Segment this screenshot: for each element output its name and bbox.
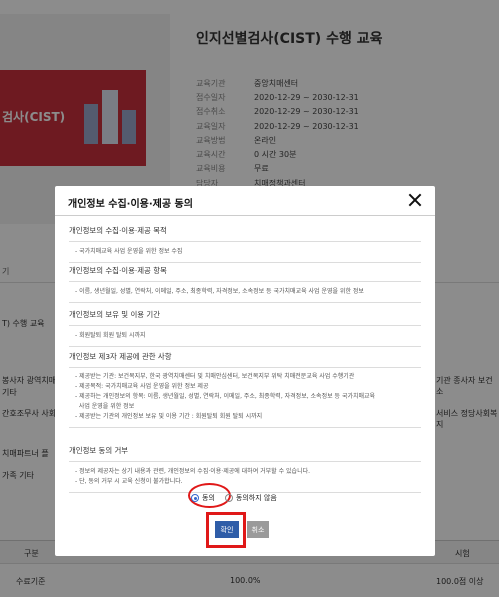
section-title: 개인정보 동의 거부 bbox=[69, 446, 129, 455]
section-line: - 제공받는 기관: 보건복지부, 한국 광역치매센터 및 치매안심센터, 보건… bbox=[75, 373, 355, 380]
section-line: - 국가치매교육 사업 운영을 위한 정보 수집 bbox=[75, 248, 183, 255]
close-icon[interactable] bbox=[407, 192, 423, 208]
cancel-button[interactable]: 취소 bbox=[247, 521, 269, 538]
section-line: - 단, 동의 거부 시 교육 신청이 불가합니다. bbox=[75, 478, 183, 485]
section-line: 사업 운영을 위한 정보 bbox=[75, 403, 135, 410]
disagree-label: 동의하지 않음 bbox=[235, 494, 277, 502]
consent-section: 개인정보 제3자 제공에 관한 사항 - 제공받는 기관: 보건복지부, 한국 … bbox=[69, 352, 421, 442]
modal-title: 개인정보 수집·이용·제공 동의 bbox=[68, 199, 193, 210]
modal-body: 개인정보의 수집·이용·제공 목적 - 국가치매교육 사업 운영을 위한 정보 … bbox=[69, 226, 421, 496]
section-content: - 회원탈퇴 회원 탈퇴 시까지 bbox=[69, 325, 421, 347]
section-line: - 제공받는 기관의 개인정보 보유 및 이용 기간 : 회원탈퇴 회원 탈퇴 … bbox=[75, 413, 263, 420]
section-line: - 제공하는 개인정보의 항목: 이름, 생년월일, 성별, 연락처, 이메일,… bbox=[75, 393, 376, 400]
section-content: - 정보의 제공자는 상기 내용과 관련, 개인정보의 수집·이용·제공에 대하… bbox=[69, 461, 421, 493]
consent-section: 개인정보의 수집·이용·제공 목적 - 국가치매교육 사업 운영을 위한 정보 … bbox=[69, 226, 421, 264]
consent-section: 개인정보의 수집·이용·제공 항목 - 이름, 생년월일, 성별, 연락처, 이… bbox=[69, 266, 421, 308]
section-content: - 국가치매교육 사업 운영을 위한 정보 수집 bbox=[69, 241, 421, 263]
section-content: - 제공받는 기관: 보건복지부, 한국 광역치매센터 및 치매안심센터, 보건… bbox=[69, 367, 421, 428]
consent-section: 개인정보의 보유 및 이용 기간 - 회원탈퇴 회원 탈퇴 시까지 bbox=[69, 310, 421, 350]
modal-header: 개인정보 수집·이용·제공 동의 bbox=[55, 186, 435, 216]
section-line: - 이름, 생년월일, 성별, 연락처, 이메일, 주소, 최종학력, 자격정보… bbox=[75, 288, 364, 295]
agree-option[interactable]: 동의 bbox=[191, 493, 215, 503]
agree-radio[interactable] bbox=[191, 494, 199, 502]
section-line: - 회원탈퇴 회원 탈퇴 시까지 bbox=[75, 332, 146, 339]
agree-label: 동의 bbox=[202, 494, 215, 502]
section-content: - 이름, 생년월일, 성별, 연락처, 이메일, 주소, 최종학력, 자격정보… bbox=[69, 281, 421, 303]
disagree-option[interactable]: 동의하지 않음 bbox=[224, 493, 277, 503]
section-line: - 정보의 제공자는 상기 내용과 관련, 개인정보의 수집·이용·제공에 대하… bbox=[75, 468, 311, 475]
section-title: 개인정보의 수집·이용·제공 목적 bbox=[69, 226, 167, 235]
disagree-radio[interactable] bbox=[224, 494, 233, 502]
confirm-button[interactable]: 확인 bbox=[215, 521, 239, 538]
section-title: 개인정보의 수집·이용·제공 항목 bbox=[69, 266, 167, 275]
consent-radio-group: 동의 동의하지 않음 bbox=[191, 491, 281, 505]
consent-section: 개인정보 동의 거부 - 정보의 제공자는 상기 내용과 관련, 개인정보의 수… bbox=[69, 446, 421, 496]
privacy-consent-modal: 개인정보 수집·이용·제공 동의 개인정보의 수집·이용·제공 목적 - 국가치… bbox=[55, 186, 435, 556]
section-line: - 제공목적: 국가치매교육 사업 운영을 위한 정보 제공 bbox=[75, 383, 209, 390]
section-title: 개인정보의 보유 및 이용 기간 bbox=[69, 310, 160, 319]
section-title: 개인정보 제3자 제공에 관한 사항 bbox=[69, 352, 172, 361]
